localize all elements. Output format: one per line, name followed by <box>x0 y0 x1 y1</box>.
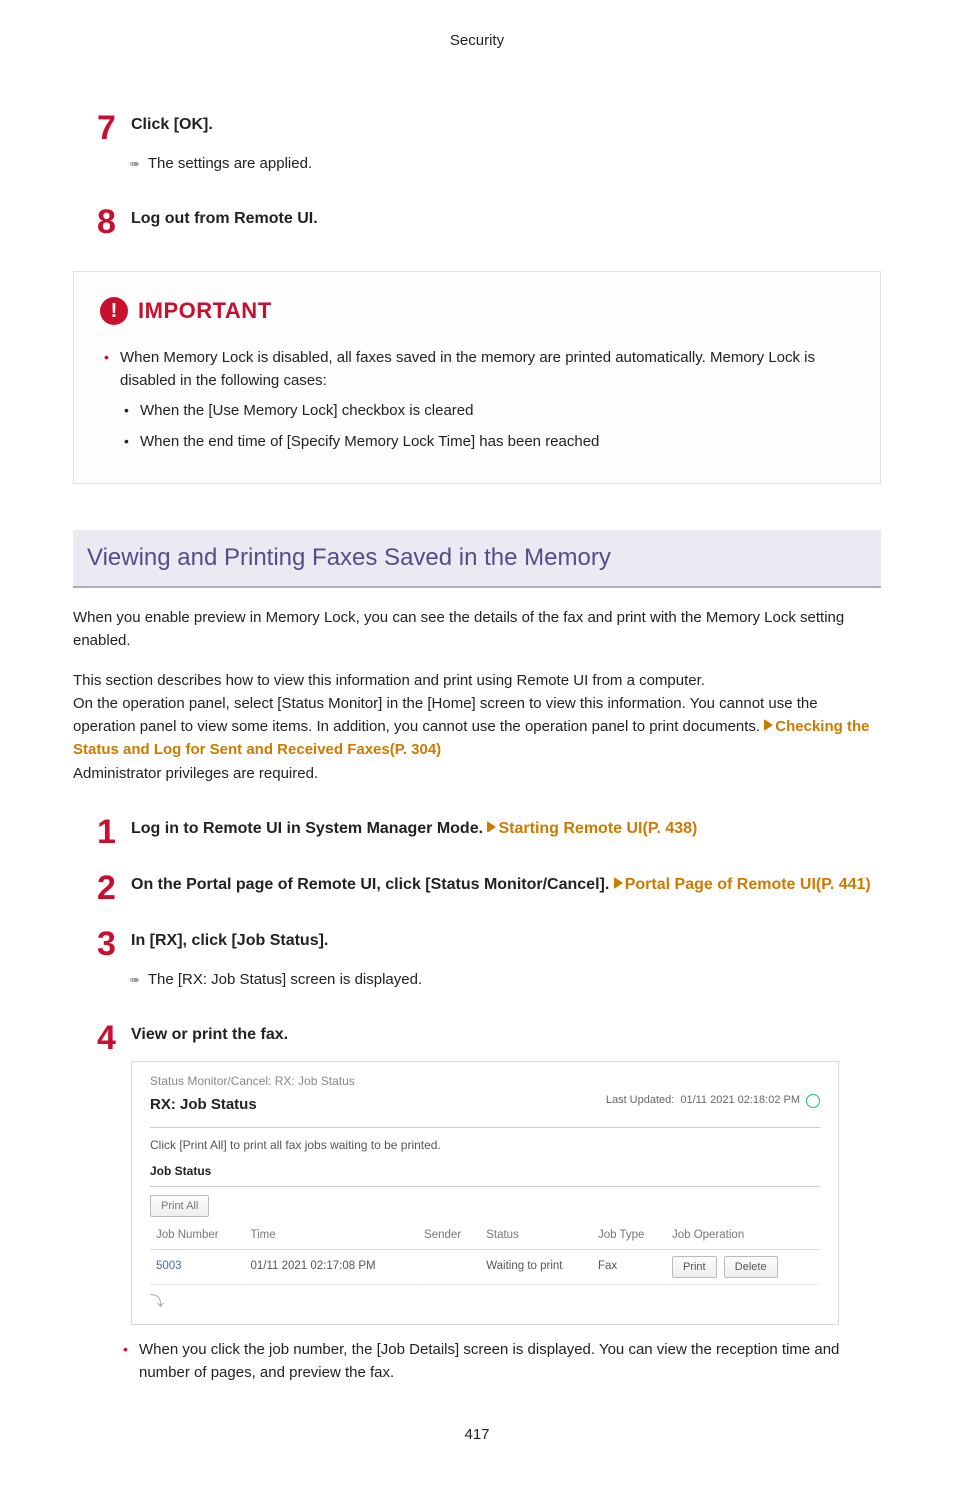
job-number-link[interactable]: 5003 <box>156 1260 182 1272</box>
ss-sub-heading: Job Status <box>150 1162 820 1180</box>
step-4: 4 View or print the fax. <box>73 1023 881 1047</box>
table-header-row: Job Number Time Sender Status Job Type J… <box>150 1223 820 1249</box>
result-arrow-icon: ➠ <box>129 972 140 987</box>
print-all-button[interactable]: Print All <box>150 1195 209 1218</box>
step-title: Log in to Remote UI in System Manager Mo… <box>131 820 697 837</box>
important-callout: ! IMPORTANT When Memory Lock is disabled… <box>73 271 881 484</box>
step-number: 1 <box>97 807 116 858</box>
result-text: The [RX: Job Status] screen is displayed… <box>148 971 422 988</box>
cell-sender <box>418 1249 480 1285</box>
step-3: 3 In [RX], click [Job Status]. <box>73 929 881 953</box>
important-title: IMPORTANT <box>138 294 272 327</box>
step-7: 7 Click [OK]. <box>73 113 881 137</box>
result-text: The settings are applied. <box>148 155 312 172</box>
divider <box>150 1186 820 1187</box>
ss-breadcrumb: Status Monitor/Cancel: RX: Job Status <box>150 1072 820 1090</box>
ss-instruction: Click [Print All] to print all fax jobs … <box>150 1136 820 1154</box>
alert-icon: ! <box>100 297 128 325</box>
intro2-post: Administrator privileges are required. <box>73 765 318 782</box>
step-title: On the Portal page of Remote UI, click [… <box>131 876 871 893</box>
link-arrow-icon <box>764 719 773 731</box>
divider <box>150 1127 820 1128</box>
step-1: 1 Log in to Remote UI in System Manager … <box>73 817 881 841</box>
embedded-screenshot: Status Monitor/Cancel: RX: Job Status RX… <box>131 1061 839 1325</box>
col-time: Time <box>244 1223 418 1249</box>
page-header-title: Security <box>73 30 881 53</box>
step-4-notes: When you click the job number, the [Job … <box>73 1339 881 1384</box>
step-link[interactable]: Starting Remote UI(P. 438) <box>498 820 697 837</box>
table-row: 5003 01/11 2021 02:17:08 PM Waiting to p… <box>150 1249 820 1285</box>
intro2-pre: This section describes how to view this … <box>73 672 818 736</box>
important-bullet-list: When Memory Lock is disabled, all faxes … <box>100 347 854 453</box>
job-status-table: Job Number Time Sender Status Job Type J… <box>150 1223 820 1285</box>
step-number: 4 <box>97 1013 116 1064</box>
scroll-indicator-icon: ⤵ <box>150 1291 820 1312</box>
cell-job-operation: Print Delete <box>666 1249 820 1285</box>
step-3-result: ➠ The [RX: Job Status] screen is display… <box>129 969 881 992</box>
important-bullet-text: When Memory Lock is disabled, all faxes … <box>120 349 815 389</box>
important-sub-list: When the [Use Memory Lock] checkbox is c… <box>120 400 854 453</box>
col-job-type: Job Type <box>592 1223 666 1249</box>
step-number: 3 <box>97 919 116 970</box>
result-arrow-icon: ➠ <box>129 156 140 171</box>
step-number: 8 <box>97 197 116 248</box>
step-title-text: Log in to Remote UI in System Manager Mo… <box>131 820 487 837</box>
delete-button[interactable]: Delete <box>724 1256 778 1279</box>
link-arrow-icon <box>614 877 623 889</box>
step-7-result: ➠ The settings are applied. <box>129 153 881 176</box>
step-number: 2 <box>97 863 116 914</box>
cell-job-type: Fax <box>592 1249 666 1285</box>
step-8: 8 Log out from Remote UI. <box>73 207 881 231</box>
step-2: 2 On the Portal page of Remote UI, click… <box>73 873 881 897</box>
ss-last-updated: Last Updated: 01/11 2021 02:18:02 PM <box>606 1092 820 1109</box>
step-title: In [RX], click [Job Status]. <box>131 932 328 949</box>
section-heading: Viewing and Printing Faxes Saved in the … <box>73 530 881 588</box>
refresh-icon[interactable] <box>806 1094 820 1108</box>
important-sub-item: When the end time of [Specify Memory Loc… <box>124 431 854 454</box>
intro-paragraph-1: When you enable preview in Memory Lock, … <box>73 606 881 653</box>
col-job-operation: Job Operation <box>666 1223 820 1249</box>
intro-paragraph-2: This section describes how to view this … <box>73 669 881 785</box>
step-title-text: On the Portal page of Remote UI, click [… <box>131 876 614 893</box>
important-bullet: When Memory Lock is disabled, all faxes … <box>104 347 854 453</box>
step-title: View or print the fax. <box>131 1026 288 1043</box>
cell-time: 01/11 2021 02:17:08 PM <box>244 1249 418 1285</box>
ss-last-updated-value: 01/11 2021 02:18:02 PM <box>680 1092 800 1109</box>
print-button[interactable]: Print <box>672 1256 717 1279</box>
note-item: When you click the job number, the [Job … <box>123 1339 881 1384</box>
step-title: Log out from Remote UI. <box>131 210 318 227</box>
col-job-number: Job Number <box>150 1223 244 1249</box>
step-link[interactable]: Portal Page of Remote UI(P. 441) <box>625 876 871 893</box>
step-title: Click [OK]. <box>131 116 213 133</box>
important-sub-item: When the [Use Memory Lock] checkbox is c… <box>124 400 854 423</box>
link-arrow-icon <box>487 821 496 833</box>
page-number: 417 <box>73 1424 881 1447</box>
cell-status: Waiting to print <box>480 1249 592 1285</box>
col-sender: Sender <box>418 1223 480 1249</box>
col-status: Status <box>480 1223 592 1249</box>
ss-last-updated-label: Last Updated: <box>606 1092 675 1109</box>
important-header: ! IMPORTANT <box>100 294 854 327</box>
step-number: 7 <box>97 103 116 154</box>
